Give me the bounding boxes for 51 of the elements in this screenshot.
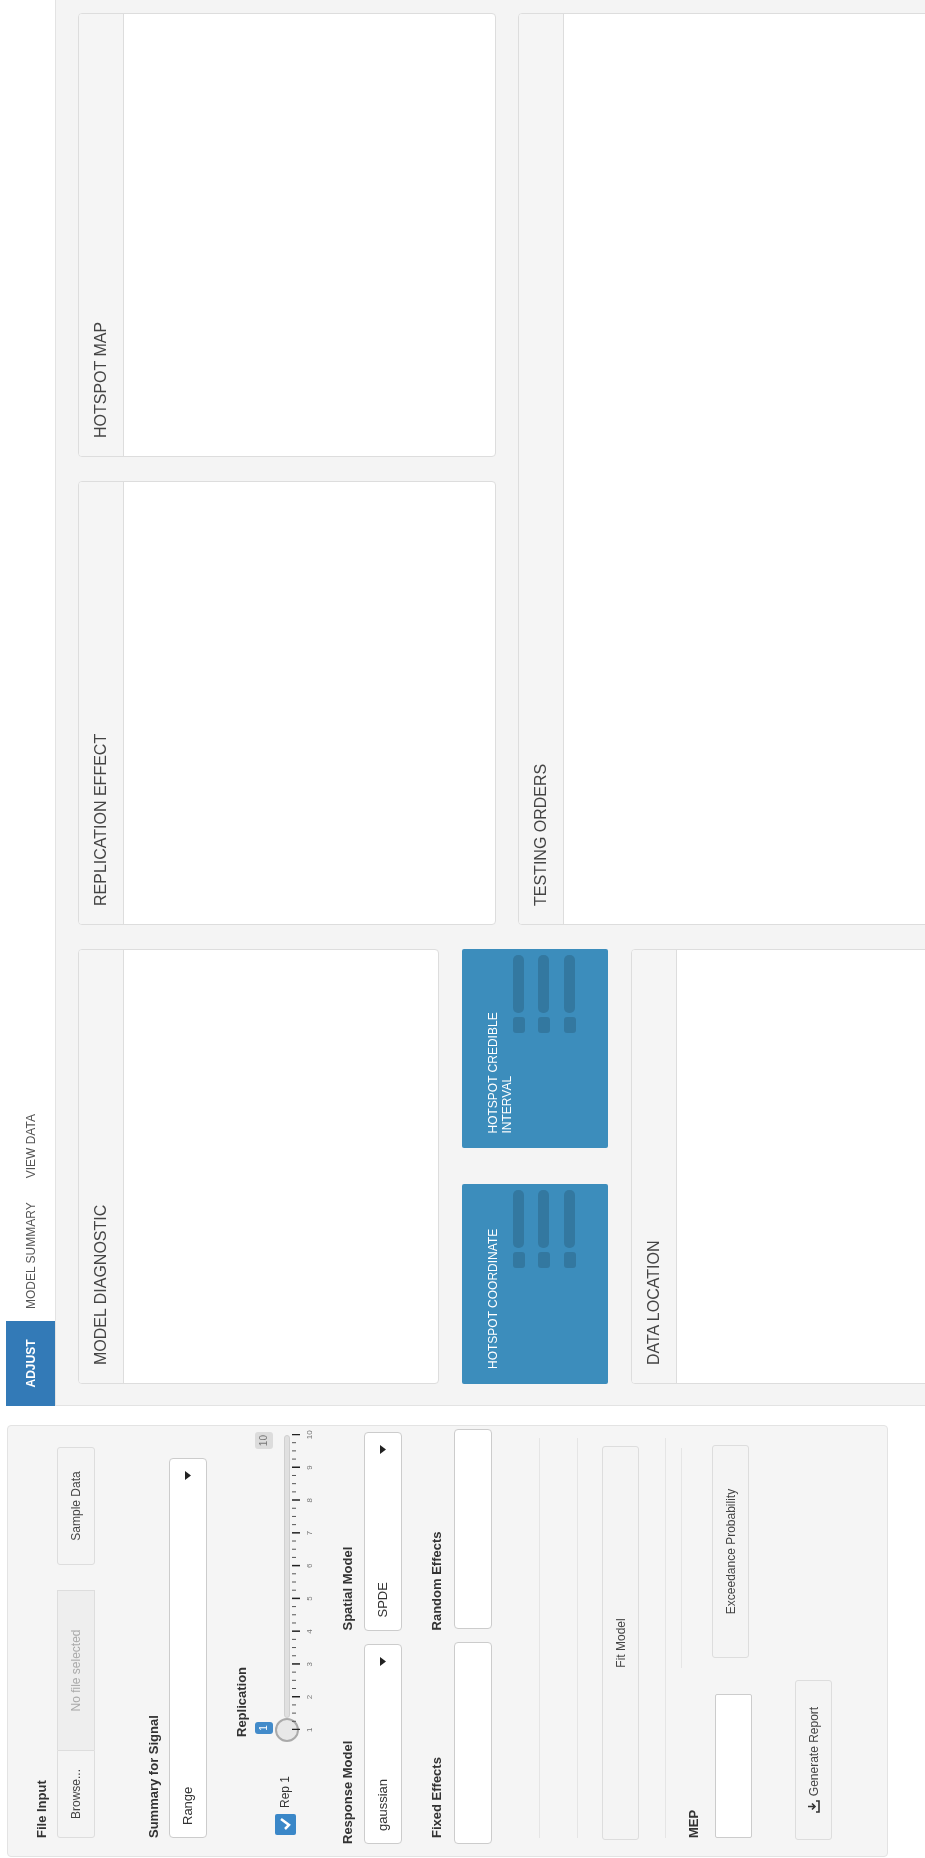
select-dropdown[interactable]: gaussian [364,1643,402,1844]
value-box-title: HOTSPOT COORDINATE [486,1227,500,1369]
tick-label: 9 [305,1465,314,1470]
slider-thumb[interactable] [275,1717,299,1742]
field-label: MEP [687,1808,701,1838]
field-label: Summary for Signal [147,1714,161,1838]
tick-label: 5 [305,1596,314,1601]
tick-label: 6 [305,1563,314,1569]
list-icon [513,955,577,1033]
text-input-field[interactable] [454,1429,492,1629]
download-icon [807,1800,820,1814]
field-label: Replication [235,1665,249,1737]
field-label: File Input [35,1779,49,1838]
caret-icon [380,1656,386,1666]
field-label: Random Effects [430,1530,444,1631]
field-label: Response Model [341,1739,355,1844]
select-dropdown[interactable]: Range [169,1458,207,1838]
field-label: Fixed Effects [430,1756,444,1840]
tick-label: 2 [305,1694,314,1700]
panel-title: HOTSPOT MAP [91,321,110,438]
panel-title: REPLICATION EFFECT [91,733,110,906]
button[interactable]: Fit Model [602,1446,639,1840]
panel-title: MODEL DIAGNOSTIC [91,1204,110,1365]
checkbox-label: Rep 1 [277,1775,293,1808]
caret-icon [185,1471,191,1480]
caret-icon [380,1445,386,1454]
button[interactable]: Exceedance Probability [712,1445,749,1658]
value-box-title: HOTSPOT CREDIBLE INTERVAL [486,1011,514,1134]
tick-label: 8 [305,1498,314,1503]
tick-label: 4 [305,1629,314,1634]
button[interactable]: Sample Data [57,1447,95,1565]
panel-title: DATA LOCATION [644,1240,663,1365]
tick-label: 1 [305,1727,314,1732]
list-icon [513,1190,577,1269]
text-input-field[interactable] [454,1642,492,1844]
tab[interactable]: MODEL SUMMARY [6,1190,55,1321]
select-dropdown[interactable]: SPDE [364,1432,402,1631]
checkbox[interactable] [274,1814,296,1835]
button[interactable]: Browse... [57,1750,95,1838]
text-input-field[interactable] [715,1694,752,1838]
tick-label: 3 [305,1661,314,1667]
button[interactable]: Generate Report [795,1680,832,1840]
tick-label: 7 [305,1530,314,1536]
slider-max-badge: 10 [255,1432,273,1450]
field-label: Spatial Model [341,1545,355,1631]
check-icon [279,1817,291,1832]
panel-title: TESTING ORDERS [531,763,550,906]
slider-value-badge: 1 [255,1722,273,1734]
tab[interactable]: VIEW DATA [6,1102,55,1191]
tab[interactable]: ADJUST [6,1321,55,1406]
tick-label: 10 [305,1430,314,1440]
